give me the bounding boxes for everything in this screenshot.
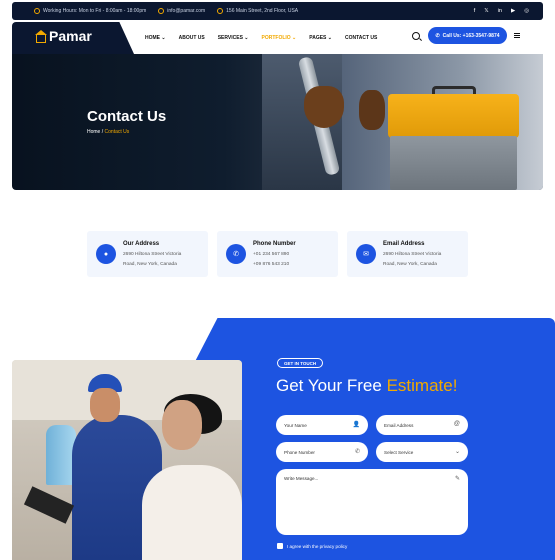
menu-icon[interactable] bbox=[514, 33, 520, 38]
toolbox-body bbox=[390, 136, 517, 190]
page-title: Contact Us bbox=[87, 108, 167, 125]
user-icon: 👤 bbox=[352, 422, 360, 428]
service-select[interactable]: Select Service ⌄ bbox=[376, 442, 468, 462]
privacy-checkbox[interactable] bbox=[277, 543, 283, 549]
card-line[interactable]: +01 234 567 890 bbox=[253, 252, 289, 257]
breadcrumb-current: Contact Us bbox=[104, 129, 130, 135]
glove-image bbox=[304, 86, 344, 128]
logo[interactable]: Pamar bbox=[34, 28, 92, 44]
at-icon: @ bbox=[453, 421, 460, 427]
estimate-heading: Get Your Free Estimate! bbox=[276, 376, 457, 396]
name-placeholder: Your Name bbox=[284, 422, 307, 428]
nav-portfolio[interactable]: PORTFOLIO ⌄ bbox=[262, 35, 297, 41]
message-placeholder: Write Message... bbox=[284, 476, 319, 481]
privacy-agreement[interactable]: I agree with the privacy policy bbox=[277, 543, 347, 549]
search-icon[interactable] bbox=[412, 32, 420, 40]
phone-icon: ✆ bbox=[435, 32, 440, 39]
photo-customer-face bbox=[162, 400, 202, 450]
nav-services[interactable]: SERVICES ⌄ bbox=[218, 35, 249, 41]
logo-text: Pamar bbox=[49, 28, 92, 44]
card-title: Phone Number bbox=[253, 241, 296, 247]
get-in-touch-badge: GET IN TOUCH bbox=[277, 358, 324, 368]
email-card: ✉ Email Address 2690 Hiltona Street Vict… bbox=[347, 231, 468, 277]
phone-field[interactable]: Phone Number ✆ bbox=[276, 442, 368, 462]
location-icon bbox=[217, 8, 224, 14]
instagram-icon[interactable]: ◎ bbox=[524, 8, 529, 14]
working-hours-text: Working Hours: Mon to Fri - 8:00am - 18:… bbox=[43, 8, 147, 14]
service-placeholder: Select Service bbox=[384, 449, 414, 455]
heading-highlight: Estimate! bbox=[386, 376, 458, 395]
nav-contact-us[interactable]: CONTACT US bbox=[345, 35, 377, 41]
breadcrumb-home[interactable]: Home bbox=[87, 129, 100, 135]
nav-home[interactable]: HOME ⌄ bbox=[145, 35, 166, 41]
glove-image-2 bbox=[359, 90, 385, 130]
privacy-label: I agree with the privacy policy bbox=[287, 543, 348, 549]
top-address: 156 Main Street, 2nd Floor, USA bbox=[217, 8, 298, 14]
toolbox-lid bbox=[388, 94, 519, 138]
mail-icon bbox=[158, 8, 165, 14]
card-line[interactable]: +09 876 543 210 bbox=[253, 262, 289, 267]
mail-icon: ✉ bbox=[356, 244, 376, 264]
page: Working Hours: Mon to Fri - 8:00am - 18:… bbox=[0, 0, 555, 560]
clock-icon bbox=[34, 8, 40, 14]
card-line: Road, New York, Canada bbox=[383, 262, 437, 267]
pencil-icon: ✎ bbox=[454, 476, 460, 482]
photo-customer bbox=[142, 465, 242, 560]
facebook-icon[interactable]: f bbox=[474, 8, 476, 14]
card-line: 2690 Hiltona Street Victoria bbox=[123, 252, 182, 257]
name-field[interactable]: Your Name 👤 bbox=[276, 415, 368, 435]
nav-about-us[interactable]: ABOUT US bbox=[179, 35, 205, 41]
address-card: ● Our Address 2690 Hiltona Street Victor… bbox=[87, 231, 208, 277]
call-us-label: Call Us: +163-3547-9874 bbox=[442, 32, 500, 39]
card-title: Email Address bbox=[383, 241, 425, 247]
linkedin-icon[interactable]: in bbox=[498, 8, 502, 14]
x-icon[interactable]: 𝕏 bbox=[484, 8, 488, 14]
message-field[interactable]: Write Message... ✎ bbox=[276, 469, 468, 535]
contact-info-cards: ● Our Address 2690 Hiltona Street Victor… bbox=[87, 231, 468, 277]
social-links: f 𝕏 in ▶ ◎ bbox=[474, 8, 529, 14]
top-email[interactable]: info@pamar.com bbox=[158, 8, 205, 14]
technician-photo bbox=[12, 360, 242, 560]
phone-placeholder: Phone Number bbox=[284, 449, 315, 455]
top-bar-info: Working Hours: Mon to Fri - 8:00am - 18:… bbox=[34, 8, 298, 14]
house-icon bbox=[34, 30, 47, 43]
phone-card: ✆ Phone Number +01 234 567 890 +09 876 5… bbox=[217, 231, 338, 277]
phone-icon: ✆ bbox=[226, 244, 246, 264]
hero-banner: Contact Us Home / Contact Us bbox=[12, 54, 543, 190]
card-line: 2690 Hiltona Street Victoria bbox=[383, 252, 442, 257]
header: Pamar HOME ⌄ ABOUT US SERVICES ⌄ PORTFOL… bbox=[12, 22, 543, 54]
estimate-section: GET IN TOUCH Get Your Free Estimate! You… bbox=[0, 318, 555, 560]
working-hours: Working Hours: Mon to Fri - 8:00am - 18:… bbox=[34, 8, 146, 14]
photo-technician-face bbox=[90, 388, 120, 422]
call-us-button[interactable]: ✆ Call Us: +163-3547-9874 bbox=[428, 27, 507, 44]
photo-clipboard bbox=[23, 486, 75, 524]
email-field[interactable]: Email Address @ bbox=[376, 415, 468, 435]
heading-text: Get Your Free bbox=[276, 376, 387, 395]
chevron-down-icon: ⌄ bbox=[454, 449, 460, 455]
logo-panel: Pamar bbox=[12, 22, 134, 54]
phone-icon: ✆ bbox=[354, 449, 360, 455]
youtube-icon[interactable]: ▶ bbox=[511, 8, 515, 14]
email-placeholder: Email Address bbox=[384, 422, 414, 428]
card-title: Our Address bbox=[123, 241, 160, 247]
breadcrumb: Home / Contact Us bbox=[87, 129, 129, 135]
location-icon: ● bbox=[96, 244, 116, 264]
main-nav: HOME ⌄ ABOUT US SERVICES ⌄ PORTFOLIO ⌄ P… bbox=[145, 22, 377, 54]
nav-pages[interactable]: PAGES ⌄ bbox=[309, 35, 332, 41]
card-line: Road, New York, Canada bbox=[123, 262, 177, 267]
top-address-text: 156 Main Street, 2nd Floor, USA bbox=[226, 8, 299, 14]
top-bar: Working Hours: Mon to Fri - 8:00am - 18:… bbox=[12, 2, 543, 20]
top-email-text[interactable]: info@pamar.com bbox=[167, 8, 205, 14]
